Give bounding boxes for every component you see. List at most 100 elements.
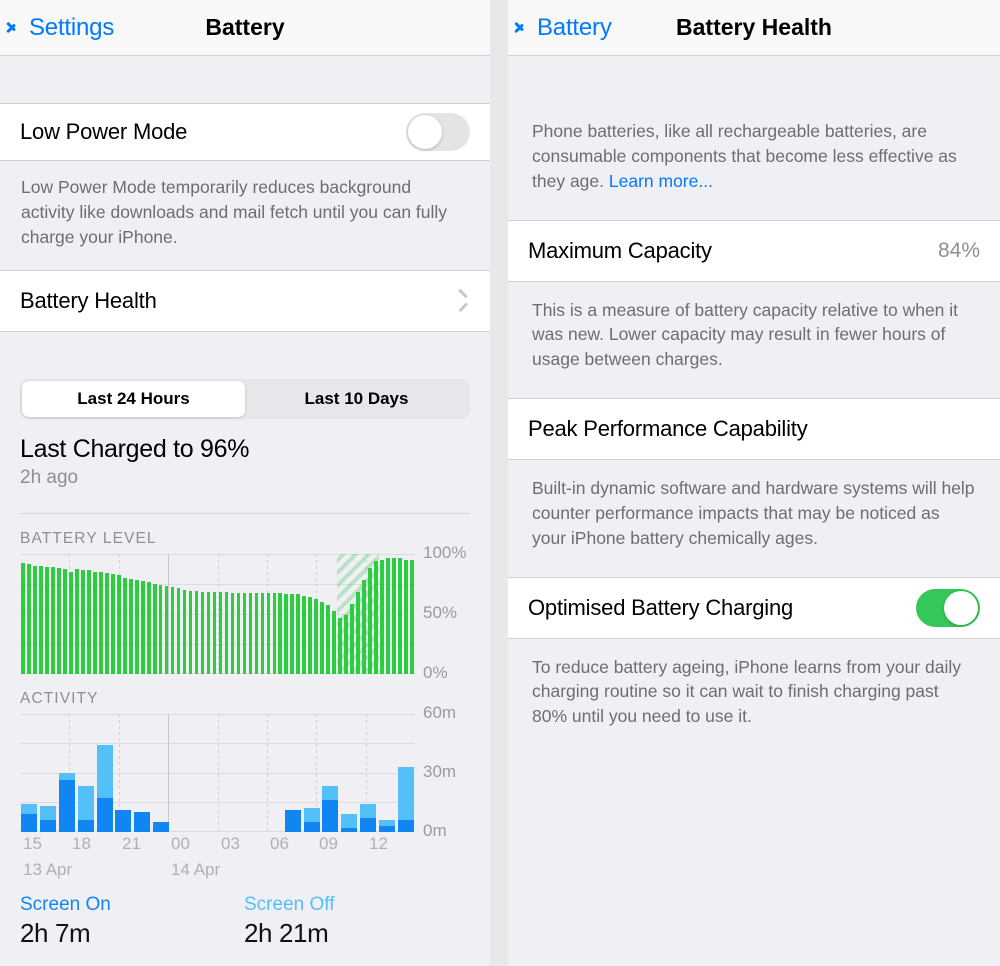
- maximum-capacity-label: Maximum Capacity: [528, 237, 712, 263]
- battery-level-bar: [410, 559, 414, 674]
- battery-level-bar: [104, 572, 109, 674]
- battery-level-bar: [92, 571, 97, 674]
- battery-health-row[interactable]: Battery Health: [0, 269, 490, 332]
- battery-level-bar: [350, 603, 354, 674]
- battery-level-bar: [380, 559, 384, 674]
- battery-level-bars: [20, 554, 415, 674]
- y-tick-label: 0%: [423, 662, 448, 682]
- battery-level-bar: [362, 579, 366, 674]
- back-label: Settings: [29, 13, 115, 41]
- activity-bar: [359, 804, 376, 832]
- battery-level-bar: [69, 571, 73, 674]
- y-tick-label: 100%: [423, 542, 467, 562]
- activity-chart-label: ACTIVITY: [20, 689, 99, 707]
- maximum-capacity-value: 84%: [937, 238, 980, 262]
- battery-level-bar: [194, 590, 199, 674]
- battery-level-bar: [188, 590, 193, 674]
- activity-bar: [153, 821, 170, 832]
- panel-gutter: [490, 0, 508, 966]
- battery-level-bar: [21, 563, 25, 674]
- time-range-segmented-control[interactable]: Last 24 Hours Last 10 Days: [20, 378, 470, 419]
- x-date-label: 13 Apr: [23, 859, 73, 879]
- screen-off-segment: [341, 813, 358, 828]
- screen-on-segment: [397, 819, 414, 832]
- segment-last-10-days[interactable]: Last 10 Days: [245, 381, 468, 417]
- battery-level-bar: [326, 605, 331, 674]
- battery-level-bar: [254, 593, 259, 674]
- battery-level-bar: [140, 581, 145, 674]
- battery-level-chart-section: BATTERY LEVEL 100% 50% 0%: [0, 513, 490, 682]
- screen-off-segment: [322, 786, 339, 801]
- activity-bars: [20, 714, 415, 832]
- legend-screen-off-label: Screen Off: [244, 893, 335, 915]
- screen-on-segment: [378, 825, 395, 832]
- low-power-mode-label: Low Power Mode: [20, 119, 188, 144]
- screen-on-segment: [115, 809, 132, 832]
- battery-level-bar: [290, 594, 295, 674]
- y-tick-label: 30m: [423, 761, 457, 781]
- x-tick-label: 18: [72, 833, 91, 853]
- battery-level-bar: [386, 558, 390, 674]
- screen-on-segment: [40, 819, 57, 832]
- activity-chart-section: ACTIVITY 60m 30m 0m 15 18 21 00 03 06 09 12 13 Apr…: [0, 673, 490, 880]
- low-power-mode-toggle[interactable]: [406, 113, 470, 151]
- legend-screen-off: Screen Off 2h 21m: [244, 894, 468, 949]
- screen-off-segment: [96, 745, 113, 799]
- activity-bar: [21, 804, 38, 832]
- battery-level-bar: [338, 618, 343, 674]
- left-nav-bar: Settings Battery: [0, 0, 490, 56]
- segment-last-24-hours[interactable]: Last 24 Hours: [22, 380, 245, 417]
- battery-level-bar: [272, 593, 277, 674]
- battery-health-intro: Phone batteries, like all rechargeable b…: [508, 103, 1000, 220]
- battery-level-bar: [392, 558, 396, 674]
- battery-level-bar: [224, 591, 229, 674]
- x-tick-label: 21: [122, 833, 141, 853]
- screen-on-segment: [284, 809, 301, 832]
- legend-screen-off-value: 2h 21m: [244, 917, 329, 948]
- activity-bar: [77, 786, 94, 832]
- screen-on-segment: [322, 800, 339, 832]
- optimised-charging-footnote: To reduce battery ageing, iPhone learns …: [532, 656, 961, 727]
- back-to-battery-button[interactable]: Battery: [508, 14, 612, 42]
- optimised-charging-toggle[interactable]: [916, 588, 980, 627]
- battery-health-label: Battery Health: [20, 287, 157, 313]
- battery-level-bar: [278, 593, 283, 674]
- last-charged-summary: Last Charged to 96% 2h ago: [0, 428, 490, 501]
- x-tick-label: 12: [369, 833, 388, 853]
- low-power-mode-row[interactable]: Low Power Mode: [0, 103, 490, 161]
- battery-level-bar: [260, 593, 265, 674]
- battery-level-bar: [164, 585, 169, 674]
- activity-bar: [40, 805, 57, 832]
- last-charged-title: Last Charged to 96%: [20, 434, 250, 463]
- battery-level-bar: [332, 611, 337, 674]
- battery-level-bar: [110, 573, 115, 674]
- battery-health-intro-text: Phone batteries, like all rechargeable b…: [532, 121, 957, 191]
- screen-off-segment: [303, 807, 320, 822]
- battery-level-bar: [63, 569, 67, 674]
- battery-level-chart-label: BATTERY LEVEL: [20, 529, 157, 547]
- maximum-capacity-footnote: This is a measure of battery capacity re…: [532, 299, 959, 370]
- toggle-knob: [408, 115, 442, 149]
- activity-bar: [134, 811, 151, 832]
- battery-level-bar: [248, 593, 253, 674]
- battery-level-bar: [152, 583, 157, 674]
- back-to-settings-button[interactable]: Settings: [0, 14, 114, 42]
- activity-bar: [397, 766, 414, 832]
- battery-level-bar: [86, 570, 91, 674]
- chevron-left-icon: [12, 18, 24, 38]
- battery-level-bar: [308, 596, 313, 674]
- learn-more-link[interactable]: Learn more...: [609, 171, 713, 191]
- battery-level-bar: [128, 578, 133, 674]
- battery-level-bar: [266, 593, 271, 674]
- x-tick-label: 00: [171, 833, 190, 853]
- battery-level-bar: [176, 588, 181, 674]
- x-tick-label: 15: [23, 833, 42, 853]
- x-tick-label: 06: [270, 833, 289, 853]
- battery-level-bar: [45, 566, 49, 674]
- screen-off-segment: [59, 772, 76, 781]
- activity-bar: [341, 813, 358, 832]
- optimised-charging-row[interactable]: Optimised Battery Charging: [508, 576, 1000, 639]
- battery-level-bar: [218, 591, 223, 674]
- battery-level-bar: [398, 558, 402, 674]
